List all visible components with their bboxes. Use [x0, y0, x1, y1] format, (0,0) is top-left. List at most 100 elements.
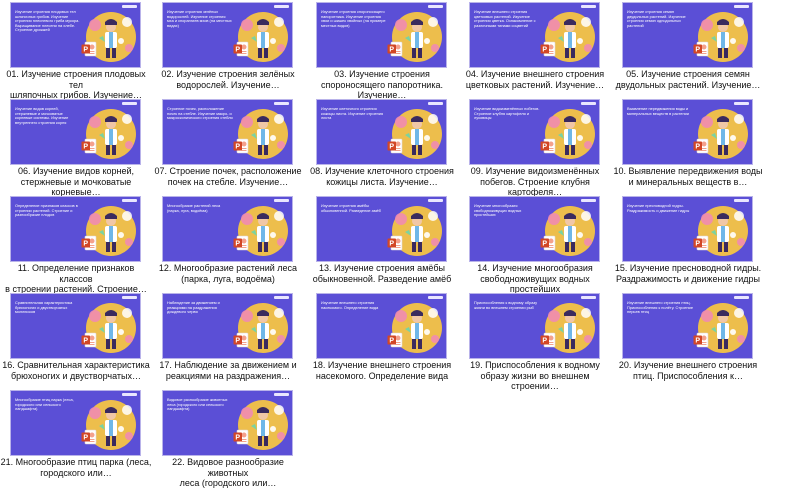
file-item[interactable]: Приспособления к водному образу жизни во… — [459, 291, 611, 391]
file-name-label[interactable]: 20. Изучение внешнего строения птиц. Прис… — [612, 360, 764, 381]
file-name-label[interactable]: 14. Изучение многообразия свободноживущих… — [459, 263, 611, 295]
file-name-label[interactable]: 10. Выявление передвижения воды и минерал… — [612, 166, 764, 187]
file-name-label[interactable]: 03. Изучение строения спороносящего папор… — [306, 69, 458, 101]
file-thumbnail[interactable]: Изучение многообразия свободноживущих во… — [469, 196, 600, 262]
powerpoint-file-icon: P — [233, 429, 249, 445]
file-thumbnail[interactable]: Многообразие птиц парка (леса, городског… — [10, 390, 141, 456]
file-item[interactable]: Изучение внешнего строения насекомого. О… — [306, 291, 458, 387]
file-name-label[interactable]: 02. Изучение строения зелёных водорослей.… — [152, 69, 304, 90]
file-item[interactable]: Изучение строения плодовых тел шляпочных… — [0, 0, 152, 100]
file-name-label[interactable]: 01. Изучение строения плодовых тел шляпоч… — [0, 69, 152, 101]
file-name-label[interactable]: 18. Изучение внешнего строения насекомого… — [306, 360, 458, 381]
file-thumbnail[interactable]: Видовое разнообразие животных леса (горо… — [162, 390, 293, 456]
file-item[interactable]: Изучение строения зелёных водорослей. Из… — [152, 0, 304, 96]
powerpoint-file-icon: P — [81, 429, 97, 445]
powerpoint-file-icon: P — [233, 332, 249, 348]
file-item[interactable]: Наблюдение за движением и реакциями на р… — [152, 291, 304, 387]
file-item[interactable]: Строение почек, расположение почек на ст… — [152, 97, 304, 193]
svg-text:P: P — [389, 241, 394, 248]
file-thumbnail[interactable]: Изучение внешнего строения цветковых рас… — [469, 2, 600, 68]
file-item[interactable]: Изучение пресноводной гидры. Раздражимос… — [612, 194, 764, 290]
file-thumbnail[interactable]: Строение почек, расположение почек на ст… — [162, 99, 293, 165]
file-thumbnail[interactable]: Изучение строения спороносящего папоротн… — [316, 2, 447, 68]
scientist-illustration-icon — [392, 12, 442, 62]
file-thumbnail[interactable]: Сравнительная характеристика брюхоногих … — [10, 293, 141, 359]
file-name-line: 13. Изучение строения амёбы — [318, 263, 446, 273]
file-name-label[interactable]: 17. Наблюдение за движением и реакциями н… — [152, 360, 304, 381]
file-item[interactable]: Выявление передвижения воды и минеральны… — [612, 97, 764, 193]
file-name-line: брюхоногих и двустворчатых… — [11, 370, 141, 381]
file-thumbnail[interactable]: Изучение внешнего строения птиц. Приспос… — [622, 293, 753, 359]
file-name-label[interactable]: 13. Изучение строения амёбы обыкновенной.… — [306, 263, 458, 284]
file-item[interactable]: Сравнительная характеристика брюхоногих … — [0, 291, 152, 387]
file-thumbnail[interactable]: Изучение видоизменённых побегов. Строени… — [469, 99, 600, 165]
file-item[interactable]: Изучение видов корней, стержневые и мочк… — [0, 97, 152, 197]
scientist-illustration-icon — [86, 303, 136, 353]
file-item[interactable]: Многообразие растений леса (парка, луга,… — [152, 194, 304, 290]
powerpoint-file-icon: P — [81, 235, 97, 251]
svg-text:P: P — [389, 47, 394, 54]
file-item[interactable]: Изучение клеточного строения кожицы лист… — [306, 97, 458, 193]
file-item[interactable]: Изучение внешнего строения птиц. Приспос… — [612, 291, 764, 387]
file-name-label[interactable]: 11. Определение признаков классов в строе… — [0, 263, 152, 295]
svg-text:P: P — [83, 144, 88, 151]
svg-text:P: P — [695, 144, 700, 151]
scientist-illustration-icon — [86, 109, 136, 159]
file-name-label[interactable]: 16. Сравнительная характеристика брюхоног… — [0, 360, 152, 381]
file-name-label[interactable]: 19. Приспособления к водному образу жизни… — [459, 360, 611, 392]
file-name-label[interactable]: 07. Строение почек, расположение почек на… — [152, 166, 304, 187]
file-item[interactable]: Определение признаков классов в строении… — [0, 194, 152, 294]
file-name-label[interactable]: 08. Изучение клеточного строения кожицы л… — [306, 166, 458, 187]
file-name-line: обыкновенной. Разведение амёб — [312, 273, 452, 284]
file-item[interactable]: Изучение строения спороносящего папоротн… — [306, 0, 458, 100]
file-thumbnail[interactable]: Изучение клеточного строения кожицы лист… — [316, 99, 447, 165]
file-name-label[interactable]: 06. Изучение видов корней, стержневые и м… — [0, 166, 152, 198]
file-name-label[interactable]: 05. Изучение строения семян двудольных ра… — [612, 69, 764, 90]
file-name-line: спороносящего папоротника. — [321, 79, 443, 90]
file-thumbnail[interactable]: Приспособления к водному образу жизни во… — [469, 293, 600, 359]
scientist-illustration-icon — [86, 400, 136, 450]
file-item[interactable]: Изучение строения семян двудольных расте… — [612, 0, 764, 96]
file-name-line: 17. Наблюдение за движением и — [159, 360, 297, 370]
file-item[interactable]: Видовое разнообразие животных леса (горо… — [152, 388, 304, 488]
file-name-line: 20. Изучение внешнего строения — [618, 360, 758, 370]
scientist-illustration-icon — [86, 12, 136, 62]
file-item[interactable]: Изучение внешнего строения цветковых рас… — [459, 0, 611, 96]
file-thumbnail[interactable]: Изучение видов корней, стержневые и мочк… — [10, 99, 141, 165]
file-name-label[interactable]: 21. Многообразие птиц парка (леса, городс… — [0, 457, 152, 478]
file-name-label[interactable]: 12. Многообразие растений леса (парка, лу… — [152, 263, 304, 284]
file-name-label[interactable]: 15. Изучение пресноводной гидры. Раздражи… — [612, 263, 764, 284]
file-thumbnail[interactable]: Изучение строения плодовых тел шляпочных… — [10, 2, 141, 68]
file-thumbnail[interactable]: Определение признаков классов в строении… — [10, 196, 141, 262]
file-thumbnail[interactable]: Изучение строения семян двудольных расте… — [622, 2, 753, 68]
svg-text:P: P — [695, 338, 700, 345]
svg-text:P: P — [235, 435, 240, 442]
file-thumbnail[interactable]: Изучение строения амёбы обыкновенной. Ра… — [316, 196, 447, 262]
file-item[interactable]: Изучение строения амёбы обыкновенной. Ра… — [306, 194, 458, 290]
file-name-line: 03. Изучение строения — [334, 69, 430, 79]
file-name-label[interactable]: 09. Изучение видоизменённых побегов. Стро… — [459, 166, 611, 198]
file-item[interactable]: Многообразие птиц парка (леса, городског… — [0, 388, 152, 484]
slide-title-text: Изучение строения плодовых тел шляпочных… — [15, 9, 80, 33]
file-thumbnail[interactable]: Изучение внешнего строения насекомого. О… — [316, 293, 447, 359]
file-item[interactable]: Изучение видоизменённых побегов. Строени… — [459, 97, 611, 197]
file-thumbnail[interactable]: Выявление передвижения воды и минеральны… — [622, 99, 753, 165]
file-thumbnail[interactable]: Многообразие растений леса (парка, луга,… — [162, 196, 293, 262]
file-thumbnail[interactable]: Изучение строения зелёных водорослей. Из… — [162, 2, 293, 68]
file-thumbnail[interactable]: Изучение пресноводной гидры. Раздражимос… — [622, 196, 753, 262]
file-name-line: городского или… — [40, 467, 112, 478]
file-name-line: кожицы листа. Изучение… — [326, 176, 438, 187]
slide-title-text: Изучение видоизменённых побегов. Строени… — [474, 106, 540, 121]
file-item[interactable]: Изучение многообразия свободноживущих во… — [459, 194, 611, 294]
svg-text:P: P — [235, 144, 240, 151]
file-thumbnail[interactable]: Наблюдение за движением и реакциями на р… — [162, 293, 293, 359]
powerpoint-file-icon: P — [233, 41, 249, 57]
file-name-line: 10. Выявление передвижения воды — [613, 166, 763, 176]
svg-text:P: P — [695, 241, 700, 248]
file-name-label[interactable]: 22. Видовое разнообразие животных леса (г… — [152, 457, 304, 489]
svg-text:P: P — [235, 338, 240, 345]
file-name-line: (парка, луга, водоёма) — [181, 273, 275, 284]
svg-text:P: P — [542, 144, 547, 151]
file-name-label[interactable]: 04. Изучение внешнего строения цветковых … — [459, 69, 611, 90]
file-name-line: строении… — [511, 381, 559, 391]
